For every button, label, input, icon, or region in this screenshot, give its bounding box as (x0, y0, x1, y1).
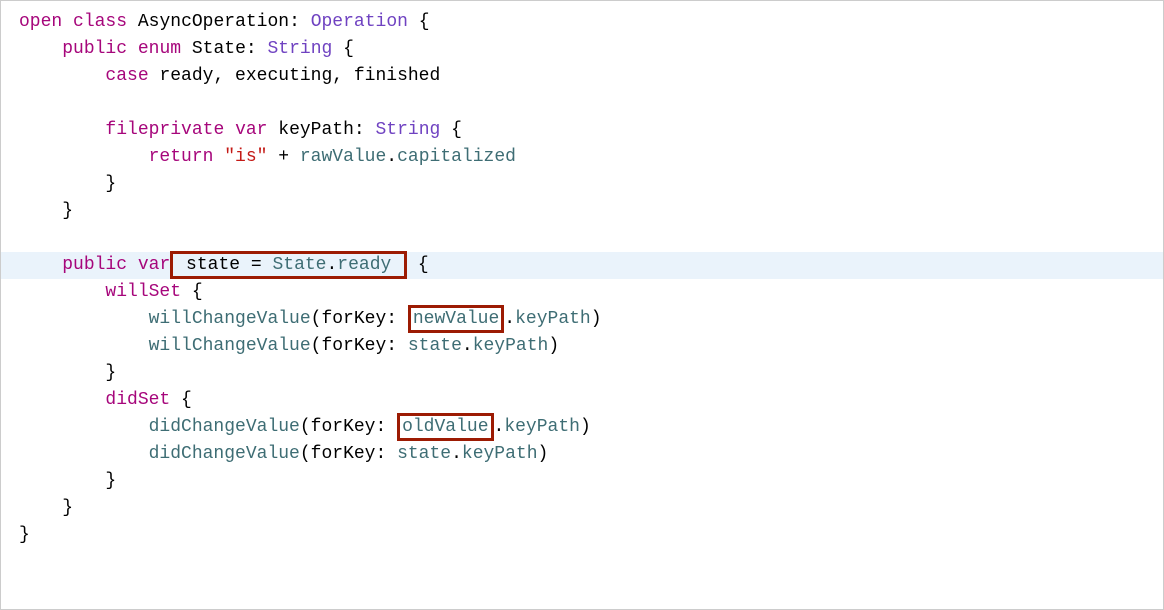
code-line: } (1, 522, 1163, 549)
close-brace: } (105, 471, 116, 491)
close-brace: } (105, 174, 116, 194)
func-willchangevalue: willChangeValue (149, 309, 311, 329)
code-line: didChangeValue(forKey: state.keyPath) (1, 441, 1163, 468)
code-line-highlighted: public var state = State.ready { (1, 252, 1163, 279)
code-line: willChangeValue(forKey: state.keyPath) (1, 333, 1163, 360)
type-operation: Operation (311, 12, 408, 32)
member-ready: ready (337, 255, 402, 275)
code-line: } (1, 171, 1163, 198)
close-brace: } (19, 525, 30, 545)
keyword-open: open (19, 12, 62, 32)
code-line: case ready, executing, finished (1, 63, 1163, 90)
code-line: } (1, 360, 1163, 387)
keyword-return: return (149, 147, 214, 167)
keyword-case: case (105, 66, 148, 86)
code-line: open class AsyncOperation: Operation { (1, 9, 1163, 36)
enum-name: State (192, 39, 246, 59)
member-capitalized: capitalized (397, 147, 516, 167)
func-willchangevalue: willChangeValue (149, 336, 311, 356)
keyword-var: var (138, 255, 170, 275)
code-line: } (1, 495, 1163, 522)
code-line-blank (1, 90, 1163, 117)
member-keypath: keyPath (473, 336, 549, 356)
keyword-fileprivate: fileprivate (105, 120, 224, 140)
member-keypath: keyPath (462, 444, 538, 464)
code-line: didChangeValue(forKey: oldValue.keyPath) (1, 414, 1163, 441)
case-values: ready, executing, finished (149, 66, 441, 86)
member-keypath: keyPath (515, 309, 591, 329)
keyword-var: var (235, 120, 267, 140)
class-name: AsyncOperation (138, 12, 289, 32)
type-state: State (272, 255, 326, 275)
code-line: return "is" + rawValue.capitalized (1, 144, 1163, 171)
type-string: String (268, 39, 333, 59)
keyword-didset: didSet (105, 390, 170, 410)
func-didchangevalue: didChangeValue (149, 417, 300, 437)
func-didchangevalue: didChangeValue (149, 444, 300, 464)
keyword-class: class (73, 12, 127, 32)
member-rawvalue: rawValue (300, 147, 386, 167)
code-line: } (1, 468, 1163, 495)
code-line: fileprivate var keyPath: String { (1, 117, 1163, 144)
close-brace: } (105, 363, 116, 383)
highlight-box-state-decl: state = State.ready (170, 251, 407, 279)
keyword-public: public (62, 255, 127, 275)
code-line: willSet { (1, 279, 1163, 306)
type-string: String (376, 120, 441, 140)
code-line: public enum State: String { (1, 36, 1163, 63)
code-line: willChangeValue(forKey: newValue.keyPath… (1, 306, 1163, 333)
code-line-blank (1, 225, 1163, 252)
code-editor[interactable]: open class AsyncOperation: Operation { p… (1, 9, 1163, 549)
var-name: keyPath: (267, 120, 375, 140)
string-literal: "is" (224, 147, 267, 167)
close-brace: } (62, 201, 73, 221)
identifier-state: state (397, 444, 451, 464)
keyword-willset: willSet (105, 282, 181, 302)
highlight-box-newvalue: newValue (408, 305, 504, 333)
keyword-public: public (62, 39, 127, 59)
close-brace: } (62, 498, 73, 518)
code-line: } (1, 198, 1163, 225)
identifier-state: state (408, 336, 462, 356)
code-line: didSet { (1, 387, 1163, 414)
keyword-enum: enum (138, 39, 181, 59)
highlight-box-oldvalue: oldValue (397, 413, 493, 441)
member-keypath: keyPath (504, 417, 580, 437)
